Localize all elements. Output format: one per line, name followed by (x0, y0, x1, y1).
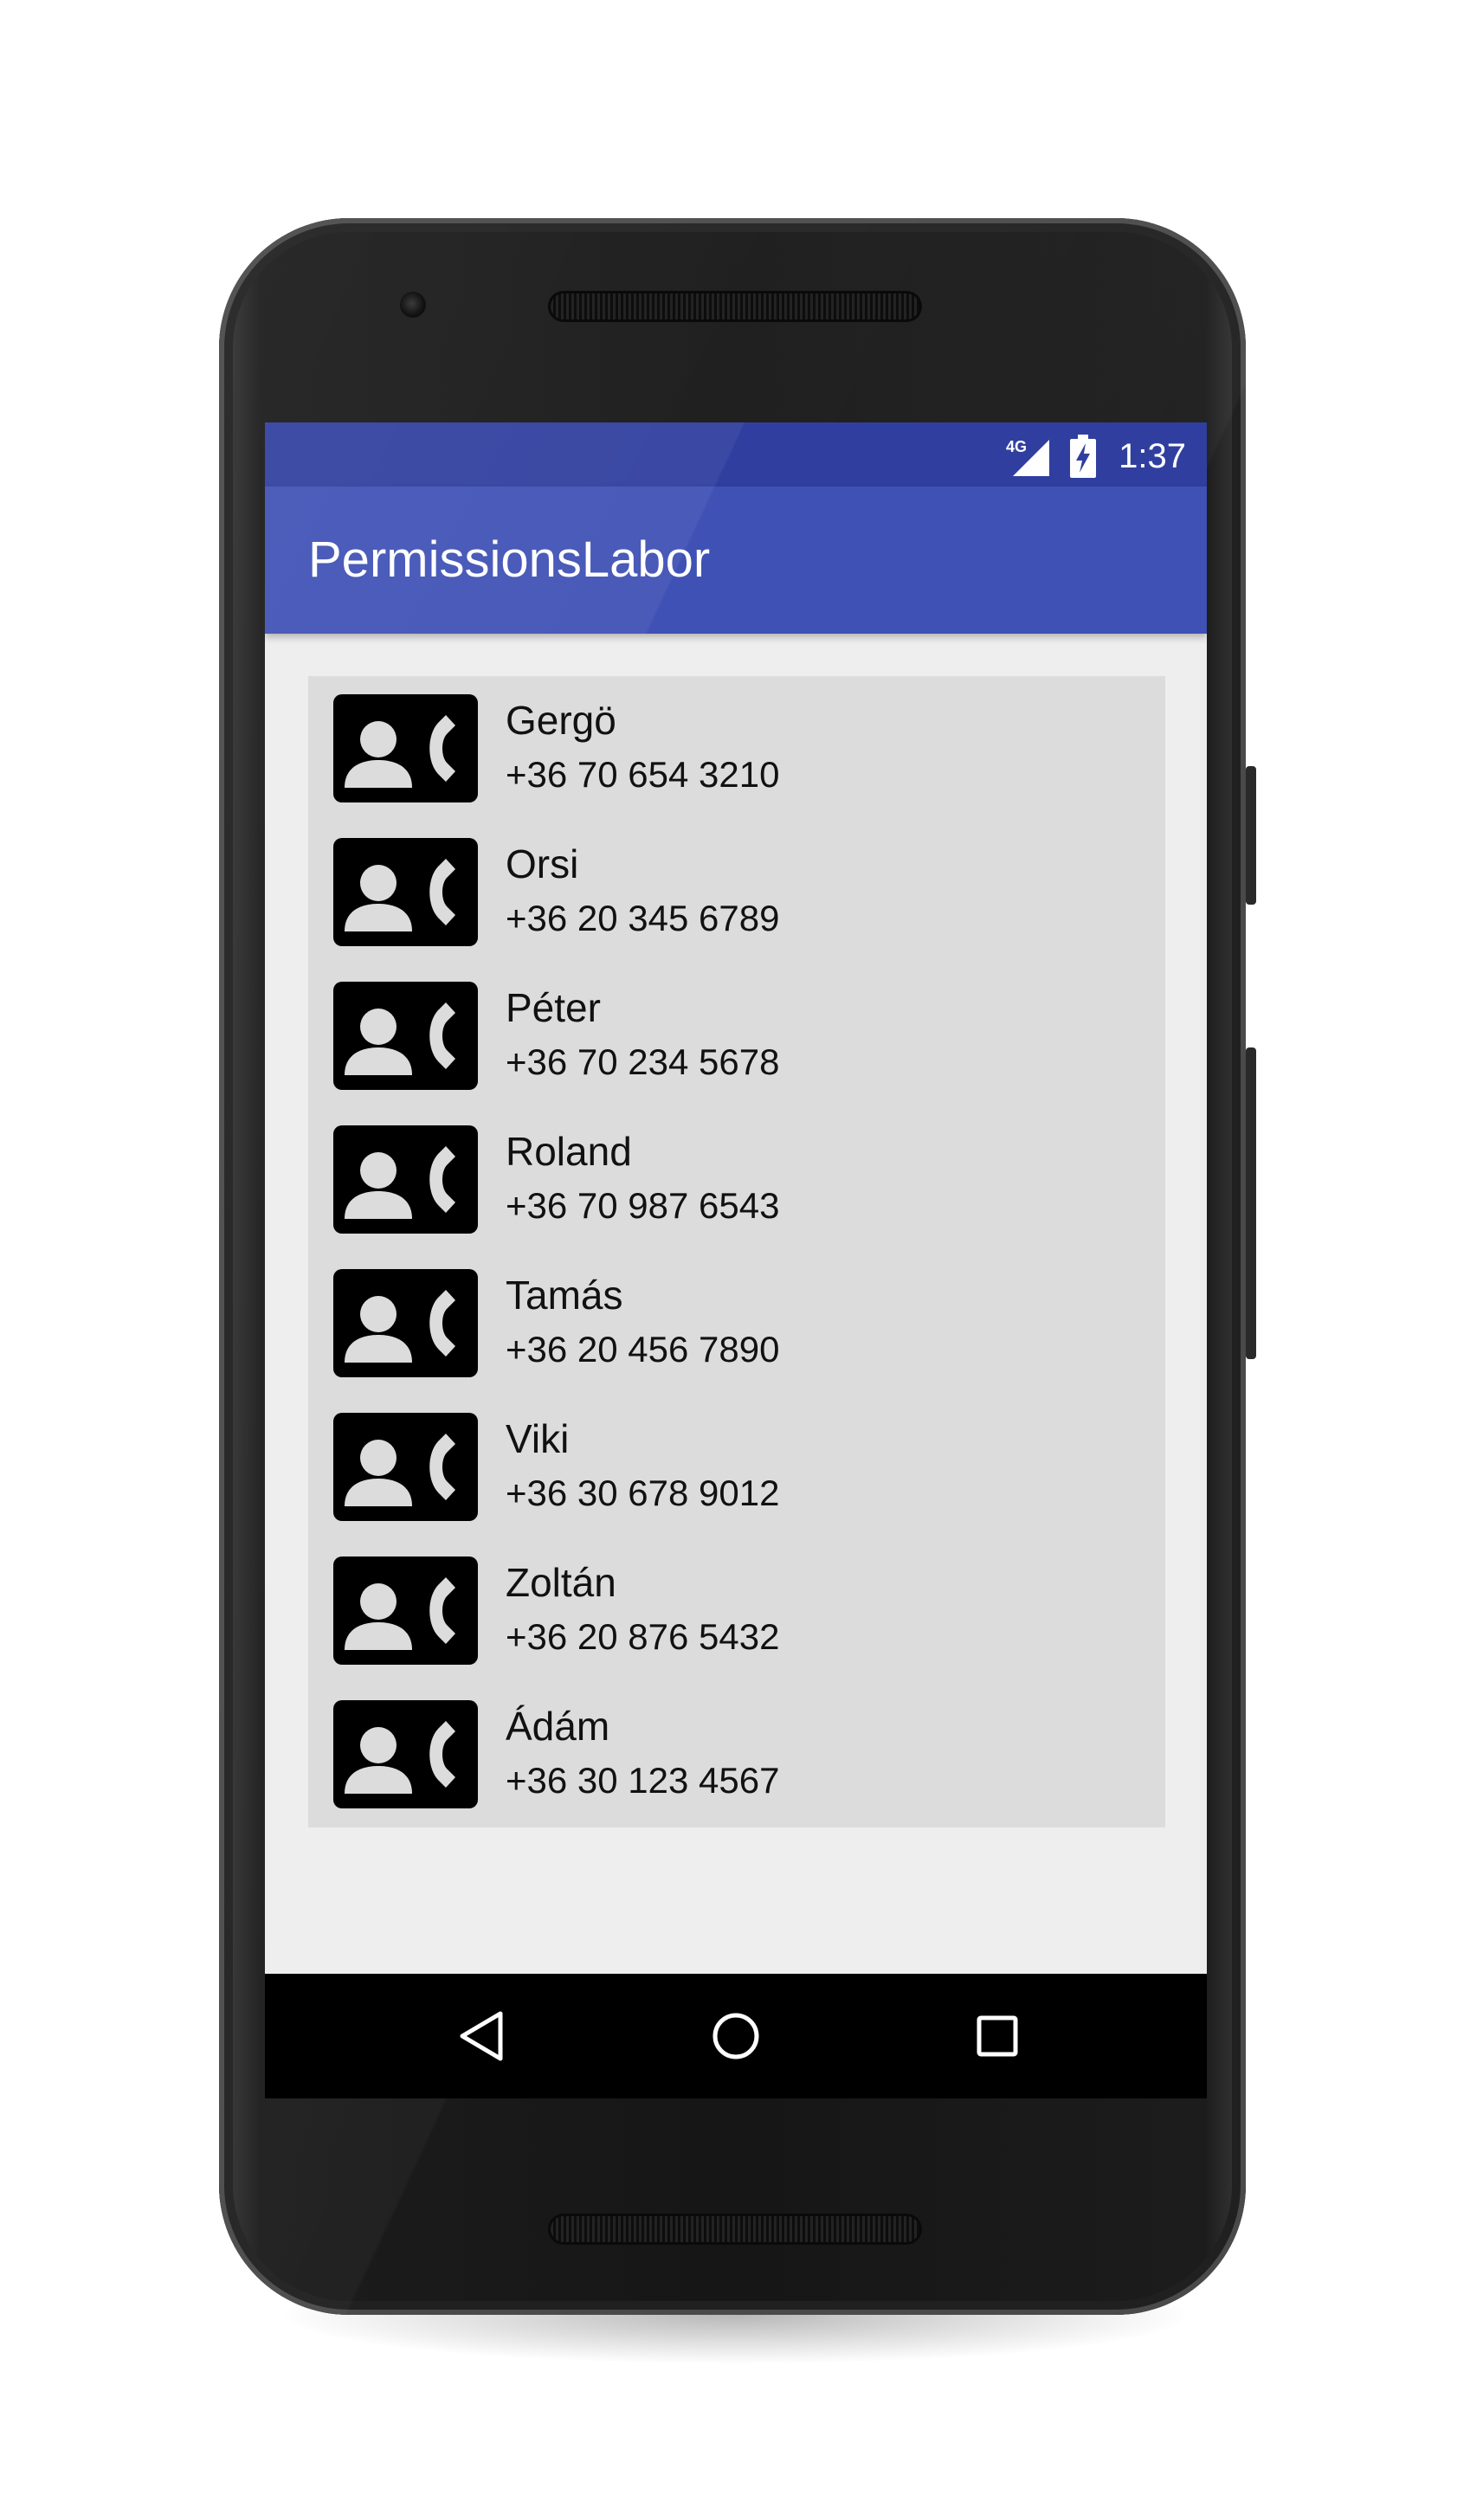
home-circle-icon[interactable] (701, 2001, 770, 2071)
back-triangle-icon[interactable] (447, 2001, 516, 2071)
contact-phone-icon (333, 1700, 478, 1808)
contact-phone-icon (333, 982, 478, 1090)
battery-charging-icon (1070, 435, 1096, 478)
screen: 4G 1:37 PermissionsLabor Gergö +36 70 65… (265, 422, 1207, 2098)
contact-name: Péter (506, 985, 601, 1030)
volume-button[interactable] (1246, 1047, 1256, 1359)
contact-name: Tamás (506, 1273, 623, 1318)
contact-list-item[interactable]: Tamás +36 20 456 7890 (308, 1251, 1165, 1395)
status-bar: 4G 1:37 (265, 422, 1207, 487)
contact-phone-icon (333, 838, 478, 946)
network-type-label: 4G (1006, 438, 1027, 455)
contact-list-item[interactable]: Viki +36 30 678 9012 (308, 1395, 1165, 1538)
contact-phone-number: +36 70 987 6543 (506, 1185, 780, 1226)
top-speaker (548, 291, 922, 322)
status-time: 1:37 (1119, 437, 1186, 475)
contact-name: Zoltán (506, 1560, 616, 1605)
contact-phone-icon (333, 1556, 478, 1665)
contact-phone-number: +36 70 234 5678 (506, 1041, 780, 1082)
contact-list-item[interactable]: Péter +36 70 234 5678 (308, 964, 1165, 1107)
contact-list-item[interactable]: Gergö +36 70 654 3210 (308, 676, 1165, 820)
navigation-bar (265, 1974, 1207, 2098)
contact-list-item[interactable]: Orsi +36 20 345 6789 (308, 820, 1165, 964)
contact-phone-icon (333, 1269, 478, 1377)
app-title: PermissionsLabor (308, 532, 711, 588)
recents-square-icon[interactable] (963, 2001, 1032, 2071)
contact-phone-number: +36 70 654 3210 (506, 754, 780, 795)
contact-phone-number: +36 30 678 9012 (506, 1473, 780, 1513)
contact-phone-icon (333, 694, 478, 802)
contact-phone-icon (333, 1125, 478, 1234)
contact-list: Gergö +36 70 654 3210 Orsi +36 20 345 67… (308, 676, 1165, 1827)
power-button[interactable] (1246, 766, 1256, 905)
contact-name: Gergö (506, 698, 616, 743)
contact-phone-number: +36 20 345 6789 (506, 898, 780, 938)
contact-name: Roland (506, 1129, 632, 1174)
bottom-speaker (548, 2214, 922, 2245)
contact-name: Orsi (506, 841, 579, 886)
contact-phone-number: +36 20 456 7890 (506, 1329, 780, 1370)
front-camera (400, 292, 426, 318)
contact-phone-number: +36 30 123 4567 (506, 1760, 780, 1801)
contact-name: Ádám (506, 1704, 610, 1749)
contact-list-item[interactable]: Roland +36 70 987 6543 (308, 1107, 1165, 1251)
contact-phone-number: +36 20 876 5432 (506, 1616, 780, 1657)
contact-name: Viki (506, 1416, 570, 1461)
contact-list-item[interactable]: Zoltán +36 20 876 5432 (308, 1538, 1165, 1682)
contact-list-item[interactable]: Ádám +36 30 123 4567 (308, 1682, 1165, 1826)
cell-signal-icon: 4G (1006, 438, 1049, 476)
app-bar: PermissionsLabor (265, 487, 1207, 634)
contact-phone-icon (333, 1413, 478, 1521)
